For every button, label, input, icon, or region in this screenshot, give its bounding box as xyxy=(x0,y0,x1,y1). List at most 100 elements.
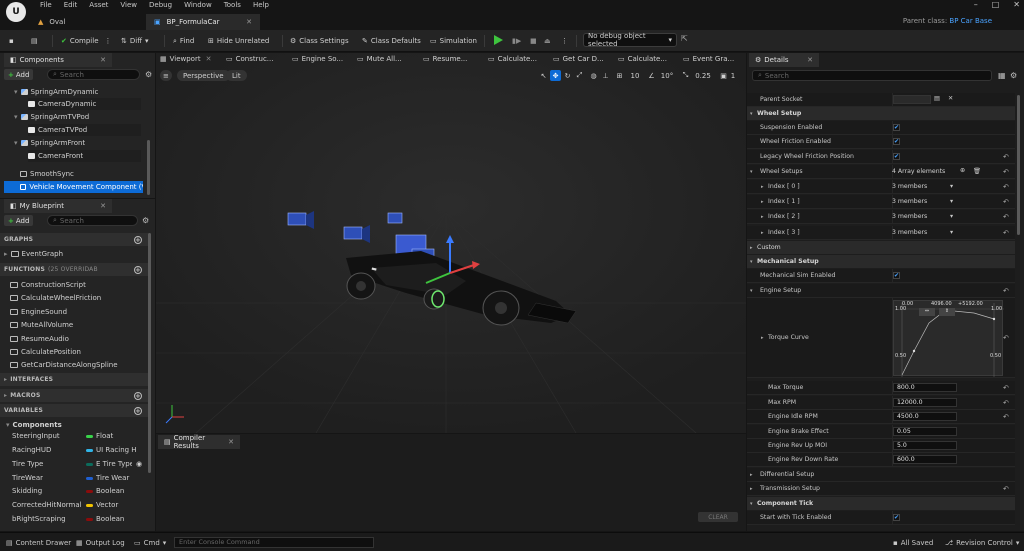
cmd-dropdown[interactable]: ▭ Cmd ▾ xyxy=(134,539,166,547)
close-panel-icon[interactable]: ✕ xyxy=(807,56,813,64)
details-tab[interactable]: ⚙ Details ✕ xyxy=(749,53,819,67)
browse-icon[interactable]: ▤ xyxy=(28,34,41,48)
parent-class-link[interactable]: BP Car Base xyxy=(949,17,992,25)
wheel-friction-checkbox[interactable]: ✔ xyxy=(893,138,900,145)
camera-speed-value[interactable]: 1 xyxy=(728,70,738,81)
engine-rev-up-moi-input[interactable]: 5.0 xyxy=(893,441,957,450)
debug-browse-icon[interactable]: ⇱ xyxy=(681,34,688,43)
add-variable-icon[interactable]: + xyxy=(134,406,142,415)
reset-icon[interactable]: ↶ xyxy=(1003,198,1009,206)
reset-icon[interactable]: ↶ xyxy=(1003,229,1009,237)
event-graph-item[interactable]: ▸ EventGraph xyxy=(0,247,148,260)
gear-icon[interactable]: ⚙ xyxy=(1010,71,1017,80)
graphs-section[interactable]: GRAPHS + xyxy=(0,233,148,246)
tab-calculate-1[interactable]: ▭ Calculate... xyxy=(488,53,537,65)
viewport-options-icon[interactable]: ≡ xyxy=(160,70,172,81)
fit-vertical-icon[interactable]: ⇕ xyxy=(939,308,955,316)
lit-button[interactable]: Lit xyxy=(226,70,247,81)
engine-idle-rpm-input[interactable]: 4500.0 xyxy=(893,412,957,421)
variables-section[interactable]: VARIABLES + xyxy=(0,404,148,417)
content-drawer-button[interactable]: ▤ Content Drawer xyxy=(6,539,71,547)
transmission-setup-row[interactable]: ▸ Transmission Setup ↶ xyxy=(747,482,1015,496)
scale-snap-value[interactable]: 0.25 xyxy=(692,70,714,81)
tree-item-smoothsync[interactable]: SmoothSync xyxy=(20,168,141,180)
wheel-setup-section[interactable]: ▾ Wheel Setup xyxy=(747,107,1015,120)
menu-help[interactable]: Help xyxy=(247,1,275,9)
close-icon[interactable]: ✕ xyxy=(1013,0,1020,9)
function-item[interactable]: GetCarDistanceAlongSpline xyxy=(0,358,148,371)
my-blueprint-scrollbar[interactable] xyxy=(148,233,151,473)
tree-item-vehicle-movement[interactable]: Vehicle Movement Component (Vehic xyxy=(4,181,143,193)
property-matrix-icon[interactable]: ▦ xyxy=(998,71,1006,80)
tree-item-springarmtvpod[interactable]: ▾ SpringArmTVPod xyxy=(14,111,141,123)
class-settings-button[interactable]: ⚙ Class Settings xyxy=(287,34,352,48)
step-icon[interactable]: ▮▶ xyxy=(509,34,524,48)
menu-debug[interactable]: Debug xyxy=(143,1,178,9)
unreal-logo-icon[interactable]: U xyxy=(6,2,26,22)
tree-item-cameratvpod[interactable]: CameraTVPod xyxy=(28,124,141,136)
reset-icon[interactable]: ↶ xyxy=(1003,287,1009,295)
clear-icon[interactable]: ✕ xyxy=(948,95,953,102)
tree-item-camerafront[interactable]: CameraFront xyxy=(28,150,141,162)
rotation-snap-value[interactable]: 10° xyxy=(658,70,676,81)
details-search-input[interactable]: ⌕ Search xyxy=(752,70,992,81)
max-rpm-input[interactable]: 12000.0 xyxy=(893,398,957,407)
function-item[interactable]: CalculateWheelFriction xyxy=(0,291,148,304)
play-options-icon[interactable]: ⋮ xyxy=(558,34,571,48)
maximize-icon[interactable]: □ xyxy=(992,0,1000,9)
reset-icon[interactable]: ↶ xyxy=(1003,153,1009,161)
function-item[interactable]: MuteAllVolume xyxy=(0,318,148,331)
translate-icon[interactable]: ✥ xyxy=(550,70,561,81)
suspension-checkbox[interactable]: ✔ xyxy=(893,124,900,131)
details-scrollbar[interactable] xyxy=(1017,95,1020,235)
variable-row[interactable]: Tire Type E Tire Type ◉ xyxy=(0,457,148,471)
fit-horizontal-icon[interactable]: ⇔ xyxy=(919,308,935,316)
components-scrollbar[interactable] xyxy=(147,140,150,195)
delete-icon[interactable]: 🗑 xyxy=(973,167,981,175)
add-element-icon[interactable]: ⊕ xyxy=(960,167,965,174)
menu-view[interactable]: View xyxy=(114,1,143,9)
engine-rev-down-rate-input[interactable]: 600.0 xyxy=(893,455,957,464)
tab-get-car-d[interactable]: ▭ Get Car D... xyxy=(553,53,604,65)
eject-icon[interactable]: ⏏ xyxy=(541,34,554,48)
components-search-input[interactable]: ⌕ Search xyxy=(47,69,140,80)
start-tick-checkbox[interactable]: ✔ xyxy=(893,514,900,521)
tab-construction[interactable]: ▭ Construc... xyxy=(226,53,273,65)
grid-snap-value[interactable]: 10 xyxy=(626,70,644,81)
simulation-button[interactable]: ▭ Simulation xyxy=(427,34,480,48)
add-macro-icon[interactable]: + xyxy=(134,391,142,400)
reset-icon[interactable]: ↶ xyxy=(1003,399,1009,407)
tab-engine-sound[interactable]: ▭ Engine So... xyxy=(292,53,343,65)
components-tab[interactable]: ◧ Components ✕ xyxy=(4,53,112,67)
all-saved-button[interactable]: ▪ All Saved xyxy=(893,539,933,547)
revision-control-button[interactable]: ⎇ Revision Control ▾ xyxy=(945,539,1019,547)
console-command-input[interactable]: Enter Console Command xyxy=(174,537,374,548)
save-icon[interactable]: ▪ xyxy=(6,34,17,48)
grid-snap-icon[interactable]: ⊞ xyxy=(614,70,625,81)
variable-row[interactable]: Skidding Boolean xyxy=(0,484,148,498)
interfaces-section[interactable]: ▸ INTERFACES xyxy=(0,373,148,386)
output-log-button[interactable]: ▦ Output Log xyxy=(76,539,125,547)
play-icon[interactable] xyxy=(494,35,503,45)
differential-setup-row[interactable]: ▸ Differential Setup xyxy=(747,468,1015,482)
close-panel-icon[interactable]: ✕ xyxy=(100,56,106,64)
viewport[interactable]: ▬ xyxy=(156,53,746,433)
browse-icon[interactable]: ▤ xyxy=(934,95,940,102)
variable-row[interactable]: bRightScraping Boolean xyxy=(0,512,148,526)
surface-snap-icon[interactable]: ⊥ xyxy=(600,70,611,81)
add-blueprint-item-button[interactable]: + Add xyxy=(4,215,34,226)
parent-socket-field[interactable] xyxy=(893,95,931,104)
tree-item-cameradynamic[interactable]: CameraDynamic xyxy=(28,98,141,110)
chevron-down-icon[interactable]: ▾ xyxy=(950,213,953,220)
function-item[interactable]: ResumeAudio xyxy=(0,332,148,345)
rotation-snap-icon[interactable]: ∠ xyxy=(646,70,657,81)
reset-icon[interactable]: ↶ xyxy=(1003,213,1009,221)
compile-button[interactable]: ✔ Compile ⋮ xyxy=(58,34,115,48)
tab-mute-all[interactable]: ▭ Mute All... xyxy=(357,53,402,65)
max-torque-input[interactable]: 800.0 xyxy=(893,383,957,392)
engine-setup-row[interactable]: ▾ Engine Setup ↶ xyxy=(747,284,1015,298)
tab-viewport[interactable]: ▦ Viewport ✕ xyxy=(160,53,211,65)
select-icon[interactable]: ↖ xyxy=(538,70,549,81)
perspective-button[interactable]: Perspective xyxy=(177,70,230,81)
reset-icon[interactable]: ↶ xyxy=(1003,485,1009,493)
